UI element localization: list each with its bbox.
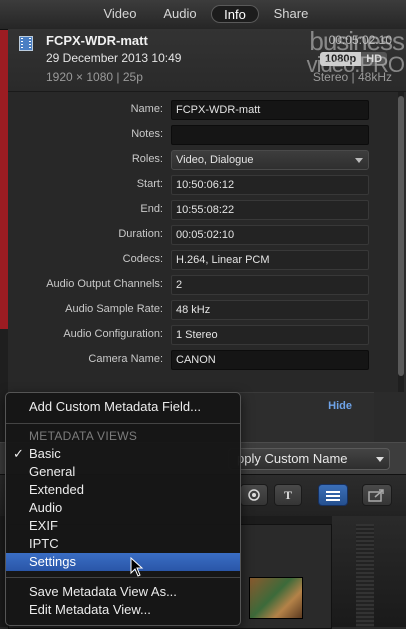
field-row-codecs: Codecs: H.264, Linear PCM [8,250,398,272]
fields-scrollbar[interactable] [398,92,404,392]
codecs-field: H.264, Linear PCM [171,250,369,270]
clip-header: FCPX-WDR-matt 29 December 2013 10:49 192… [8,29,406,92]
chevron-down-icon [376,457,384,462]
field-label: Duration: [118,228,163,240]
field-row-audio-sample-rate: Audio Sample Rate: 48 kHz [8,300,398,322]
field-row-duration: Duration: 00:05:02:10 [8,225,398,247]
inspector-icon [326,491,340,493]
film-clip-icon [19,36,33,51]
menu-item-add-custom-metadata[interactable]: Add Custom Metadata Field... [6,398,240,416]
resolution-badge: 1080p HD [320,52,388,66]
audio-output-channels-field: 2 [171,275,369,295]
titles-browser-button[interactable]: T [274,484,302,506]
roles-value: Video, Dialogue [176,154,254,166]
duration-field: 00:05:02:10 [171,225,369,245]
camera-name-field[interactable]: CANON [171,350,369,370]
field-label: Audio Sample Rate: [65,303,163,315]
clip-name: FCPX-WDR-matt [46,33,148,48]
resolution-1080p-badge: 1080p [320,52,362,66]
share-icon [368,489,384,502]
inspector-button[interactable] [318,484,348,506]
menu-item-exif[interactable]: EXIF [6,517,240,535]
hide-button[interactable]: Hide [328,400,352,412]
field-label: Audio Configuration: [63,328,163,340]
tab-video[interactable]: Video [98,5,142,23]
menu-separator [6,423,240,424]
tab-share[interactable]: Share [268,5,314,23]
audio-meter [356,524,374,627]
menu-item-iptc[interactable]: IPTC [6,535,240,553]
start-field: 10:50:06:12 [171,175,369,195]
menu-header-metadata-views: METADATA VIEWS [29,429,138,443]
menu-item-save-metadata-view[interactable]: Save Metadata View As... [6,583,240,601]
field-row-camera-name: Camera Name: CANON [8,350,398,372]
clip-date: 29 December 2013 10:49 [46,51,182,65]
menu-item-edit-metadata-view[interactable]: Edit Metadata View... [6,601,240,619]
scrollbar-thumb[interactable] [398,96,404,376]
field-label: Start: [136,178,163,190]
field-label: Codecs: [122,253,163,265]
audio-configuration-field: 1 Stereo [171,325,369,345]
clip-format: 1920 × 1080 | 25p [46,70,143,84]
field-label: Camera Name: [88,353,163,365]
metadata-fields: Name: FCPX-WDR-matt Notes: Roles: Video,… [8,92,398,392]
clip-duration: 00:05:02:10 [328,33,392,47]
field-label: Roles: [131,153,163,165]
inspector-tab-bar: Video Audio Info Share [0,0,406,30]
clip-thumbnail[interactable] [249,577,303,619]
apply-custom-name-label: pply Custom Name [237,451,348,466]
field-row-start: Start: 10:50:06:12 [8,175,398,197]
end-field: 10:55:08:22 [171,200,369,220]
metadata-view-menu: Add Custom Metadata Field... METADATA VI… [5,392,241,626]
photo-browser-button[interactable] [240,484,268,506]
name-field[interactable]: FCPX-WDR-matt [171,100,369,120]
viewer-edge [0,29,8,329]
camera-icon [248,489,260,501]
share-button[interactable] [362,484,392,506]
field-row-audio-configuration: Audio Configuration: 1 Stereo [8,325,398,347]
field-label: End: [140,203,163,215]
field-label: Audio Output Channels: [46,278,163,290]
tab-audio[interactable]: Audio [158,5,202,23]
menu-item-settings[interactable]: Settings [6,553,240,571]
menu-item-basic[interactable]: ✓ Basic [6,445,240,463]
roles-popup[interactable]: Video, Dialogue [171,150,369,170]
menu-separator [6,577,240,578]
apply-custom-name-popup[interactable]: pply Custom Name [228,448,390,470]
hd-badge: HD [361,52,388,66]
field-label: Notes: [131,128,163,140]
field-row-notes: Notes: [8,125,398,147]
field-row-name: Name: FCPX-WDR-matt [8,100,398,122]
menu-item-general[interactable]: General [6,463,240,481]
tab-info[interactable]: Info [211,5,259,23]
menu-item-extended[interactable]: Extended [6,481,240,499]
field-row-roles: Roles: Video, Dialogue [8,150,398,172]
notes-field[interactable] [171,125,369,145]
field-label: Name: [130,103,163,115]
field-row-end: End: 10:55:08:22 [8,200,398,222]
chevron-down-icon [355,158,363,163]
clip-audio-format: Stereo | 48kHz [312,70,392,84]
audio-sample-rate-field: 48 kHz [171,300,369,320]
checkmark-icon: ✓ [13,446,24,461]
field-row-audio-output-channels: Audio Output Channels: 2 [8,275,398,297]
menu-item-audio[interactable]: Audio [6,499,240,517]
